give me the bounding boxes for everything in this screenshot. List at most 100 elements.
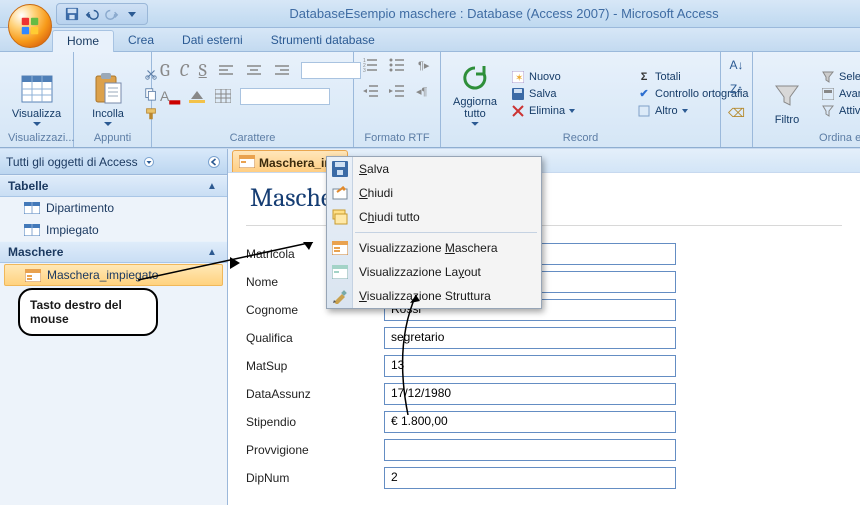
doc-tab-label: Maschera_im	[259, 156, 335, 170]
filter-commands: Selezio Avanz Attiva/	[817, 69, 860, 119]
nav-title-dropdown-icon[interactable]	[142, 155, 156, 169]
sort-desc-icon[interactable]: Z↑	[728, 80, 746, 98]
menu-vis-struttura-label: Visualizzazione Struttura	[359, 289, 491, 303]
nav-collapse-icon[interactable]	[207, 155, 221, 169]
nav-table-dipartimento-label: Dipartimento	[46, 201, 114, 215]
font-size-select[interactable]	[301, 62, 361, 79]
font-italic-icon[interactable]: C	[180, 60, 189, 81]
tab-strumenti[interactable]: Strumenti database	[257, 30, 389, 51]
salva-button[interactable]: Salva	[507, 86, 627, 102]
field-provvigione[interactable]	[384, 439, 676, 461]
nav-section-tabelle[interactable]: Tabelle ▲	[0, 175, 227, 197]
fill-color-icon[interactable]	[188, 87, 206, 105]
nav-form-maschera-impiegato[interactable]: Maschera_impiegato	[4, 264, 223, 286]
avanzate-button[interactable]: Avanz	[817, 86, 860, 102]
menu-vis-maschera[interactable]: Visualizzazione Maschera	[327, 236, 541, 260]
aggiorna-tutto-button[interactable]: Aggiorna tutto	[449, 59, 501, 129]
menu-salva-label: Salva	[359, 162, 389, 176]
menu-salva[interactable]: Salva	[327, 157, 541, 181]
ltr-icon[interactable]: ¶▸	[414, 56, 432, 74]
align-left-icon[interactable]	[217, 62, 235, 80]
save-icon[interactable]	[65, 7, 79, 21]
nav-table-impiegato[interactable]: Impiegato	[0, 219, 227, 241]
paste-icon	[91, 72, 125, 106]
group-carattere: Carattere	[160, 131, 345, 145]
visualizza-button[interactable]: Visualizza	[8, 59, 65, 129]
font-underline-icon[interactable]: S	[199, 60, 207, 81]
attiva-button[interactable]: Attiva/	[817, 103, 860, 119]
align-center-icon[interactable]	[245, 62, 263, 80]
qat-dropdown-icon[interactable]	[125, 7, 139, 21]
field-dipnum[interactable]: 2	[384, 467, 676, 489]
gridlines-icon[interactable]	[214, 87, 232, 105]
font-select[interactable]	[240, 88, 330, 105]
incolla-button[interactable]: Incolla	[82, 59, 134, 129]
new-icon: ✶	[511, 70, 525, 84]
ribbon-tabs: Home Crea Dati esterni Strumenti databas…	[0, 28, 860, 52]
svg-text:¶▸: ¶▸	[418, 60, 430, 72]
indent-icon[interactable]	[388, 82, 406, 100]
elimina-button[interactable]: Elimina	[507, 103, 627, 119]
nav-title-bar[interactable]: Tutti gli oggetti di Access	[0, 149, 227, 175]
rtl-icon[interactable]: ◂¶	[414, 82, 432, 100]
group-formato-rtf: Formato RTF	[362, 131, 432, 145]
undo-icon[interactable]	[85, 7, 99, 21]
spellcheck-icon: ✔	[637, 87, 651, 101]
tab-crea[interactable]: Crea	[114, 30, 168, 51]
menu-chiudi[interactable]: Chiudi	[327, 181, 541, 205]
context-menu: Salva Chiudi Chiudi tutto Visualizzazion…	[326, 156, 542, 309]
window-title: DatabaseEsempio maschere : Database (Acc…	[148, 6, 860, 21]
design-view-icon	[331, 287, 349, 305]
font-color-icon[interactable]: A▂	[160, 88, 180, 105]
label-provvigione: Provvigione	[246, 443, 384, 457]
close-icon	[331, 184, 349, 202]
nav-section-tabelle-label: Tabelle	[8, 179, 48, 193]
advanced-filter-icon	[821, 87, 835, 101]
group-ordina-filtra: Ordina e filtr	[761, 131, 860, 145]
record-selector-icon[interactable]	[230, 257, 240, 269]
form-icon	[239, 155, 255, 171]
office-orb-button[interactable]	[8, 4, 52, 48]
nuovo-button[interactable]: ✶Nuovo	[507, 69, 627, 85]
font-bold-icon[interactable]: G	[160, 60, 170, 81]
tab-dati[interactable]: Dati esterni	[168, 30, 257, 51]
outdent-icon[interactable]	[362, 82, 380, 100]
visualizza-label: Visualizza	[12, 108, 61, 120]
filtro-button[interactable]: Filtro	[761, 59, 813, 129]
nav-section-maschere-label: Maschere	[8, 245, 63, 259]
sort-asc-icon[interactable]: A↓	[728, 56, 746, 74]
ribbon: Visualizza Visualizzazi... Incolla	[0, 52, 860, 148]
align-right-icon[interactable]	[273, 62, 291, 80]
refresh-icon	[458, 62, 492, 94]
titlebar: DatabaseEsempio maschere : Database (Acc…	[0, 0, 860, 28]
field-matsup[interactable]: 13	[384, 355, 676, 377]
selezione-button[interactable]: Selezio	[817, 69, 860, 85]
selection-filter-icon	[821, 70, 835, 84]
menu-vis-struttura[interactable]: Visualizzazione Struttura	[327, 284, 541, 308]
svg-text:✶: ✶	[515, 73, 523, 83]
field-qualifica[interactable]: segretario	[384, 327, 676, 349]
menu-chiudi-tutto[interactable]: Chiudi tutto	[327, 205, 541, 229]
nav-section-maschere[interactable]: Maschere ▲	[0, 241, 227, 263]
table-icon	[24, 201, 40, 215]
menu-chiudi-tutto-label: Chiudi tutto	[359, 210, 420, 224]
bullets-icon[interactable]	[388, 56, 406, 74]
quick-access-toolbar	[56, 3, 148, 25]
redo-icon[interactable]	[105, 7, 119, 21]
clear-sort-icon[interactable]: ⌫	[728, 104, 746, 122]
field-stipendio[interactable]: € 1.800,00	[384, 411, 676, 433]
delete-icon	[511, 104, 525, 118]
svg-text:3: 3	[363, 68, 366, 72]
tab-home[interactable]: Home	[52, 30, 114, 52]
nav-table-dipartimento[interactable]: Dipartimento	[0, 197, 227, 219]
save-icon	[331, 160, 349, 178]
group-ordina-empty	[729, 131, 744, 145]
field-dataassunz[interactable]: 17/12/1980	[384, 383, 676, 405]
menu-vis-layout[interactable]: Visualizzazione Layout	[327, 260, 541, 284]
group-visualizzazioni: Visualizzazi...	[8, 131, 65, 145]
collapse-up-icon: ▲	[205, 179, 219, 193]
menu-vis-layout-label: Visualizzazione Layout	[359, 265, 481, 279]
label-matsup: MatSup	[246, 359, 384, 373]
label-dataassunz: DataAssunz	[246, 387, 384, 401]
numbering-icon[interactable]: 123	[362, 56, 380, 74]
